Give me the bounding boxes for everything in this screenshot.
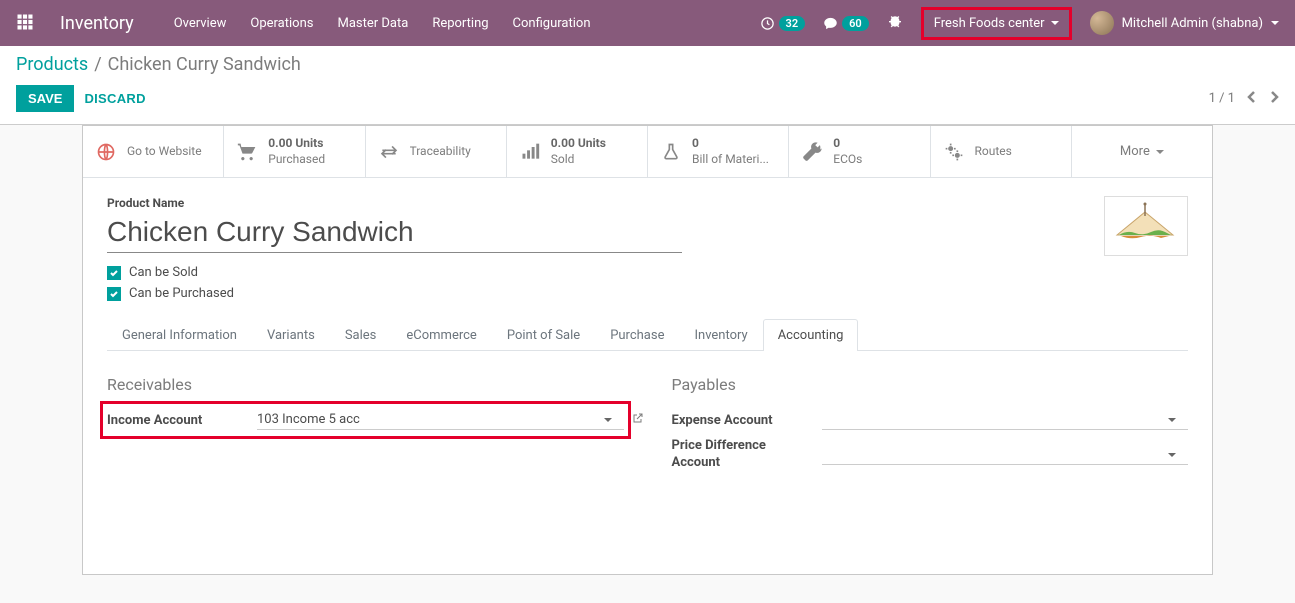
- top-navbar: Inventory Overview Operations Master Dat…: [0, 0, 1295, 46]
- stat-ecos[interactable]: 0ECOs: [789, 126, 930, 177]
- sandwich-icon: [1107, 200, 1185, 252]
- globe-icon: [95, 142, 117, 162]
- breadcrumb-root[interactable]: Products: [16, 54, 88, 75]
- stat-more[interactable]: More: [1072, 126, 1212, 177]
- breadcrumb-current: Chicken Curry Sandwich: [108, 54, 301, 75]
- stat-website[interactable]: Go to Website: [83, 126, 224, 177]
- tab-purchase[interactable]: Purchase: [595, 319, 679, 351]
- messages-button[interactable]: 60: [823, 16, 869, 31]
- tab-sales[interactable]: Sales: [330, 319, 392, 351]
- stat-sold[interactable]: 0.00 UnitsSold: [507, 126, 648, 177]
- clock-icon: [760, 16, 775, 31]
- price-diff-label: Price Difference Account: [672, 438, 822, 472]
- chat-icon: [823, 16, 838, 31]
- save-button[interactable]: SAVE: [16, 85, 74, 112]
- tabs: General Information Variants Sales eComm…: [107, 319, 1188, 351]
- expense-account-label: Expense Account: [672, 413, 822, 428]
- discard-button[interactable]: DISCARD: [84, 91, 145, 106]
- tab-content-accounting: Receivables Income Account 103 Income 5 …: [83, 351, 1212, 500]
- pager-prev[interactable]: [1247, 90, 1257, 108]
- external-link-icon[interactable]: [632, 412, 644, 428]
- receivables-title: Receivables: [107, 375, 624, 394]
- company-name: Fresh Foods center: [934, 16, 1045, 31]
- cogs-icon: [943, 142, 965, 162]
- activities-badge: 32: [779, 16, 806, 31]
- can-be-sold-checkbox[interactable]: [107, 266, 121, 280]
- stat-traceability[interactable]: Traceability: [366, 126, 507, 177]
- nav-operations[interactable]: Operations: [250, 16, 313, 31]
- income-account-value: 103 Income 5 acc: [257, 412, 360, 427]
- tab-inventory[interactable]: Inventory: [679, 319, 762, 351]
- income-account-label: Income Account: [107, 413, 257, 428]
- bars-icon: [519, 142, 541, 162]
- expense-account-field[interactable]: [822, 410, 1189, 430]
- dropdown-caret-icon[interactable]: [1168, 453, 1176, 457]
- product-name-label: Product Name: [107, 196, 1188, 210]
- apps-icon[interactable]: [16, 13, 36, 33]
- messages-badge: 60: [842, 16, 869, 31]
- avatar: [1090, 11, 1114, 35]
- breadcrumb-separator: /: [94, 54, 101, 75]
- nav-configuration[interactable]: Configuration: [513, 16, 591, 31]
- tab-accounting[interactable]: Accounting: [763, 319, 859, 351]
- payables-title: Payables: [672, 375, 1189, 394]
- tab-point-of-sale[interactable]: Point of Sale: [492, 319, 595, 351]
- cart-icon: [236, 142, 258, 162]
- pager-next[interactable]: [1269, 90, 1279, 108]
- wrench-icon: [801, 142, 823, 162]
- expense-account-row: Expense Account: [672, 406, 1189, 434]
- pager-text: 1 / 1: [1209, 91, 1235, 106]
- stat-routes[interactable]: Routes: [931, 126, 1072, 177]
- dropdown-caret-icon[interactable]: [604, 418, 612, 422]
- company-switcher[interactable]: Fresh Foods center: [921, 7, 1072, 40]
- stat-button-row: Go to Website 0.00 UnitsPurchased Tracea…: [83, 126, 1212, 178]
- activities-button[interactable]: 32: [760, 16, 806, 31]
- app-brand[interactable]: Inventory: [60, 13, 134, 34]
- nav-links: Overview Operations Master Data Reportin…: [174, 16, 591, 31]
- flask-icon: [660, 142, 682, 162]
- control-panel: Products / Chicken Curry Sandwich SAVE D…: [0, 46, 1295, 125]
- nav-reporting[interactable]: Reporting: [432, 16, 488, 31]
- tab-general-information[interactable]: General Information: [107, 319, 252, 351]
- product-name-input[interactable]: [107, 212, 682, 253]
- price-diff-field[interactable]: [822, 445, 1189, 465]
- income-account-row: Income Account 103 Income 5 acc: [107, 406, 624, 434]
- stat-purchased[interactable]: 0.00 UnitsPurchased: [224, 126, 365, 177]
- pager: 1 / 1: [1209, 90, 1279, 108]
- dropdown-caret-icon[interactable]: [1168, 418, 1176, 422]
- tab-ecommerce[interactable]: eCommerce: [391, 319, 491, 351]
- caret-down-icon: [1156, 150, 1164, 154]
- can-be-purchased-label: Can be Purchased: [129, 286, 234, 301]
- exchange-icon: [378, 142, 400, 162]
- topnav-right: 32 60 Fresh Foods center Mitchell Admin …: [760, 7, 1279, 40]
- form-sheet: Go to Website 0.00 UnitsPurchased Tracea…: [82, 125, 1213, 575]
- tab-variants[interactable]: Variants: [252, 319, 330, 351]
- stat-bom[interactable]: 0Bill of Materi...: [648, 126, 789, 177]
- user-name: Mitchell Admin (shabna): [1122, 16, 1263, 31]
- debug-icon[interactable]: [887, 13, 903, 33]
- nav-master-data[interactable]: Master Data: [337, 16, 408, 31]
- nav-overview[interactable]: Overview: [174, 16, 227, 31]
- user-menu[interactable]: Mitchell Admin (shabna): [1090, 11, 1279, 35]
- caret-down-icon: [1051, 21, 1059, 25]
- product-image[interactable]: [1104, 196, 1188, 256]
- breadcrumb: Products / Chicken Curry Sandwich: [16, 54, 1279, 75]
- income-account-field[interactable]: 103 Income 5 acc: [257, 410, 624, 430]
- can-be-sold-label: Can be Sold: [129, 265, 198, 280]
- price-diff-row: Price Difference Account: [672, 434, 1189, 476]
- caret-down-icon: [1271, 21, 1279, 25]
- can-be-purchased-checkbox[interactable]: [107, 287, 121, 301]
